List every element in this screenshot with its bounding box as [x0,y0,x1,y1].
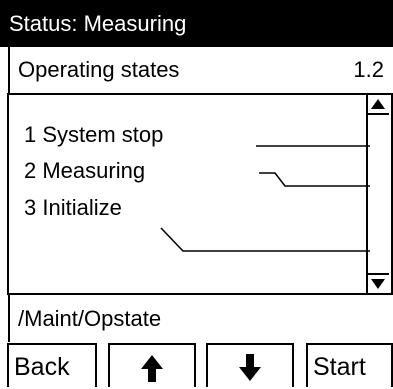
back-button[interactable]: Back [7,343,97,387]
menu-title: Operating states [18,57,180,82]
back-button-label: Back [14,353,70,381]
menu-number: 1.2 [353,57,384,82]
start-button-label: Start [313,353,366,381]
up-arrow-icon [141,355,163,382]
scroll-down-button[interactable] [368,273,389,293]
status-bar: Status: Measuring [0,0,393,47]
menu-path-text: /Maint/Opstate [18,306,162,331]
status-text: Status: Measuring [9,11,187,36]
down-button[interactable] [206,343,294,387]
triangle-down-icon [371,279,385,289]
down-arrow-icon [239,354,261,381]
state-connector-lines [160,145,370,252]
start-button[interactable]: Start [306,343,393,387]
triangle-up-icon [371,99,385,109]
menu-path: /Maint/Opstate [8,295,393,342]
connector-line-initialize [160,227,370,252]
scroll-up-button[interactable] [368,95,389,115]
up-button[interactable] [108,343,196,387]
scrollbar[interactable] [366,95,391,293]
operating-states-list: 1 System stop 2 Measuring 3 Initialize [7,93,393,295]
menu-header: Operating states 1.2 [8,47,393,93]
connector-line-measuring [259,172,370,187]
